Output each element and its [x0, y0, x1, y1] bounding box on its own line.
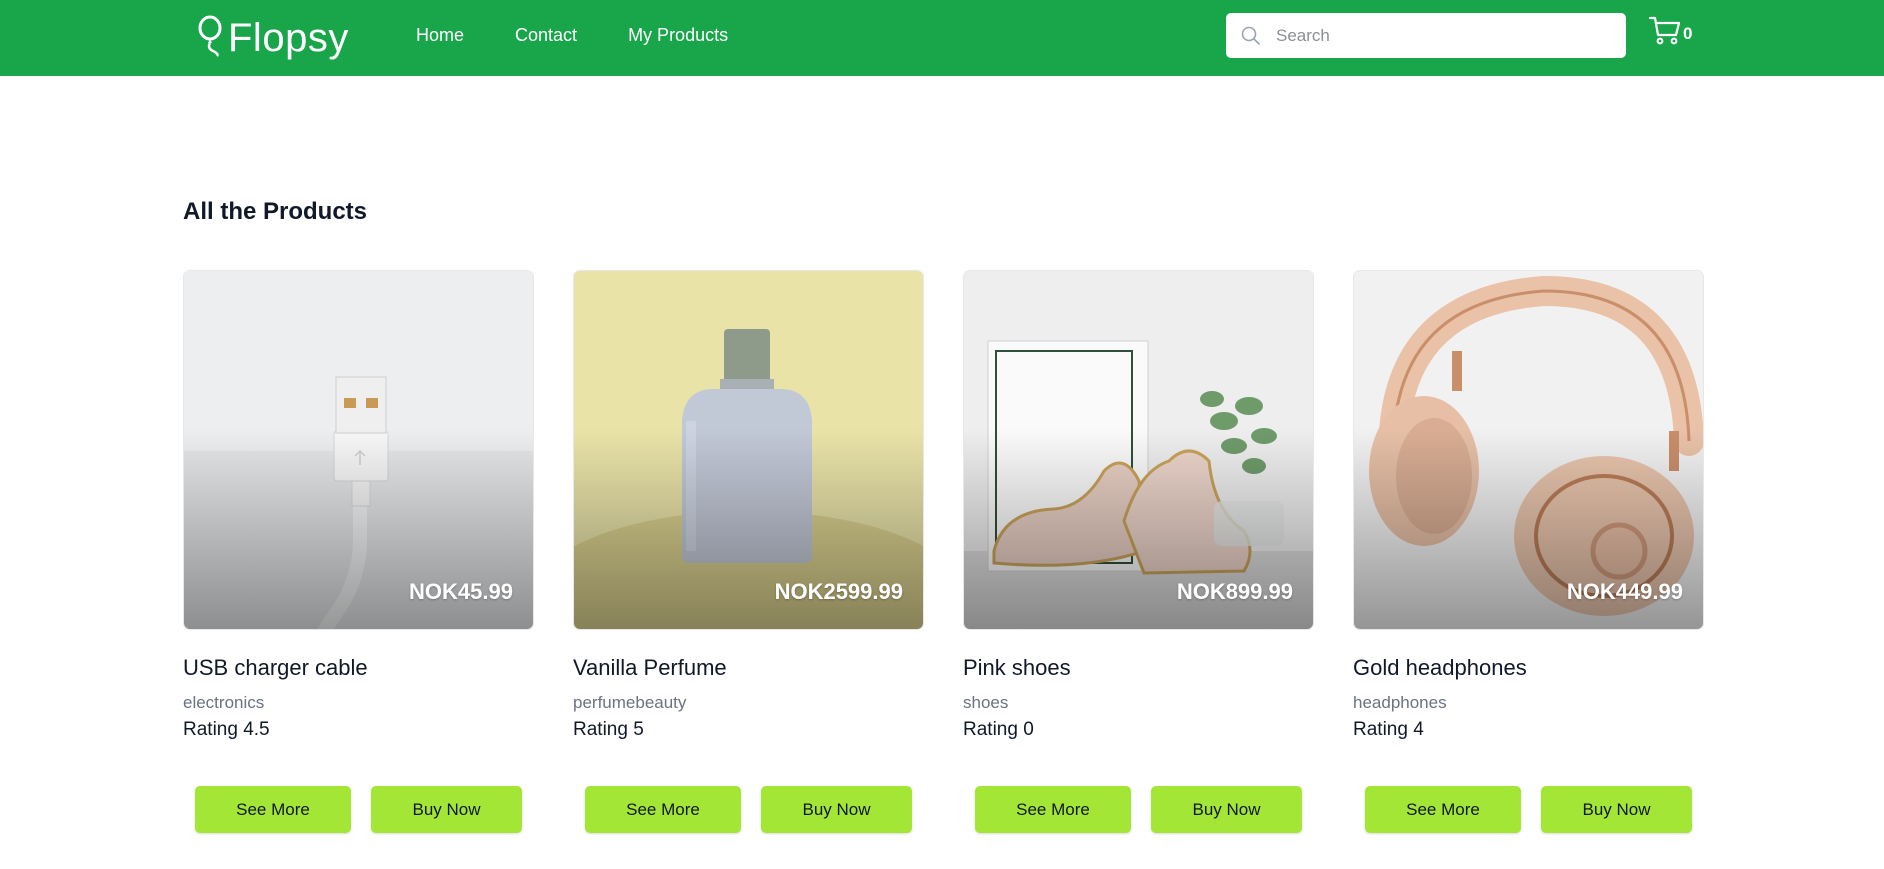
- logo-text: Flopsy: [228, 16, 349, 60]
- product-name: Pink shoes: [963, 655, 1071, 680]
- balloon-logo-icon: [198, 15, 222, 57]
- nav-my-products[interactable]: My Products: [628, 22, 728, 48]
- cart-button[interactable]: 0: [1648, 14, 1692, 46]
- product-category: perfumebeauty: [573, 693, 687, 712]
- product-image[interactable]: NOK45.99: [183, 270, 534, 630]
- buy-now-button[interactable]: Buy Now: [1541, 786, 1692, 833]
- nav-contact[interactable]: Contact: [515, 22, 577, 48]
- cart-icon: [1648, 16, 1681, 45]
- see-more-button[interactable]: See More: [1365, 786, 1521, 833]
- see-more-button[interactable]: See More: [195, 786, 351, 833]
- product-category: electronics: [183, 693, 265, 712]
- product-card: NOK899.99 Pink shoes shoes Rating 0 See …: [963, 270, 1314, 840]
- nav-home[interactable]: Home: [416, 22, 464, 48]
- product-card: NOK45.99 USB charger cable electronics R…: [183, 270, 534, 840]
- product-price: NOK899.99: [1176, 579, 1293, 604]
- product-image[interactable]: NOK899.99: [963, 270, 1314, 630]
- product-price: NOK449.99: [1566, 579, 1683, 604]
- product-price: NOK2599.99: [774, 579, 903, 604]
- product-rating: Rating 5: [573, 719, 644, 740]
- product-category: headphones: [1353, 693, 1447, 712]
- logo-link[interactable]: Flopsy: [197, 9, 349, 61]
- product-card: NOK2599.99 Vanilla Perfume perfumebeauty…: [573, 270, 924, 840]
- search-input[interactable]: [1276, 15, 1596, 56]
- product-image[interactable]: NOK449.99: [1353, 270, 1704, 630]
- cart-count: 0: [1683, 24, 1693, 43]
- product-category: shoes: [963, 693, 1009, 712]
- product-rating: Rating 4.5: [183, 719, 270, 740]
- product-card: NOK449.99 Gold headphones headphones Rat…: [1353, 270, 1704, 840]
- product-image[interactable]: NOK2599.99: [573, 270, 924, 630]
- search-icon: [1241, 26, 1260, 45]
- buy-now-button[interactable]: Buy Now: [371, 786, 522, 833]
- product-price: NOK45.99: [409, 579, 513, 604]
- search-box: [1226, 13, 1626, 58]
- product-name: Gold headphones: [1353, 655, 1527, 680]
- see-more-button[interactable]: See More: [975, 786, 1131, 833]
- see-more-button[interactable]: See More: [585, 786, 741, 833]
- buy-now-button[interactable]: Buy Now: [761, 786, 912, 833]
- main-nav: Home Contact My Products: [416, 22, 779, 48]
- top-navbar: Flopsy Home Contact My Products 0: [0, 0, 1884, 76]
- product-name: USB charger cable: [183, 655, 368, 680]
- product-name: Vanilla Perfume: [573, 655, 727, 680]
- product-grid: NOK45.99 USB charger cable electronics R…: [183, 270, 1705, 840]
- buy-now-button[interactable]: Buy Now: [1151, 786, 1302, 833]
- product-rating: Rating 4: [1353, 719, 1424, 740]
- page-title: All the Products: [183, 198, 368, 225]
- product-rating: Rating 0: [963, 719, 1034, 740]
